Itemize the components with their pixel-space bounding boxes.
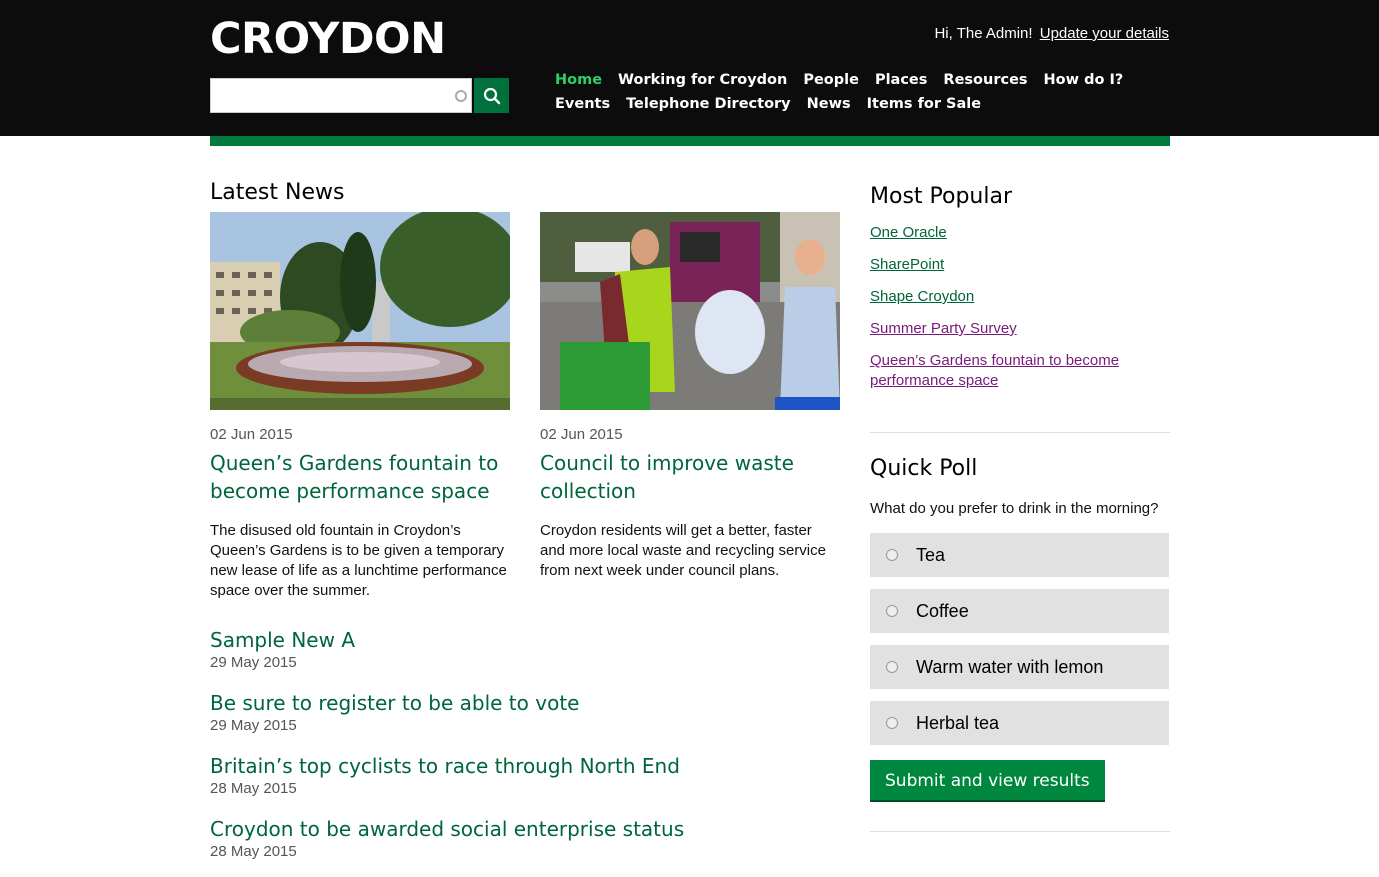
radio-button[interactable]	[886, 717, 898, 729]
popular-link[interactable]: Summer Party Survey	[870, 320, 1017, 337]
news-description: Croydon residents will get a better, fas…	[540, 522, 826, 579]
poll-option-label: Coffee	[916, 600, 969, 621]
site-header: CROYDON Hi, The Admin! Update your detai…	[0, 0, 1379, 136]
submit-poll-button[interactable]: Submit and view results	[870, 760, 1105, 802]
poll-option-coffee[interactable]: Coffee	[870, 589, 1169, 633]
news-date: 02 Jun 2015	[210, 426, 293, 443]
divider	[870, 831, 1170, 832]
greeting-text: Hi, The Admin!	[934, 25, 1033, 42]
quick-poll-heading: Quick Poll	[870, 456, 978, 481]
nav-places[interactable]: Places	[875, 68, 927, 92]
user-bar: Hi, The Admin! Update your details	[934, 25, 1169, 42]
nav-news[interactable]: News	[807, 92, 851, 116]
quick-poll: Quick Poll What do you prefer to drink i…	[870, 456, 1170, 802]
poll-option-warm-water[interactable]: Warm water with lemon	[870, 645, 1169, 689]
list-item: Britain’s top cyclists to race through N…	[210, 753, 830, 816]
list-item: Be sure to register to be able to vote 2…	[210, 690, 830, 753]
news-date: 28 May 2015	[210, 843, 297, 860]
poll-option-label: Herbal tea	[916, 712, 1000, 733]
search-icon	[483, 87, 500, 104]
radio-button[interactable]	[886, 605, 898, 617]
update-details-link[interactable]: Update your details	[1040, 25, 1169, 42]
news-title-link[interactable]: Queen’s Gardens fountain to become perfo…	[210, 449, 510, 505]
header-accent-bar	[210, 136, 1170, 146]
poll-option-label: Warm water with lemon	[916, 656, 1104, 677]
nav-items-for-sale[interactable]: Items for Sale	[867, 92, 981, 116]
news-card: 02 Jun 2015 Queen’s Gardens fountain to …	[210, 212, 510, 601]
search-input[interactable]	[211, 79, 471, 112]
poll-option-herbal-tea[interactable]: Herbal tea	[870, 701, 1169, 745]
fountain-garden-image[interactable]	[210, 212, 510, 410]
news-title-link[interactable]: Sample New A	[210, 627, 830, 653]
news-list: Sample New A 29 May 2015 Be sure to regi…	[210, 627, 830, 877]
popular-link[interactable]: One Oracle	[870, 224, 947, 241]
loading-spinner-icon	[455, 90, 467, 102]
poll-question: What do you prefer to drink in the morni…	[870, 500, 1159, 517]
news-date: 29 May 2015	[210, 654, 297, 671]
nav-working-for-croydon[interactable]: Working for Croydon	[618, 68, 787, 92]
radio-button[interactable]	[886, 549, 898, 561]
popular-link[interactable]: SharePoint	[870, 256, 944, 273]
divider	[870, 432, 1170, 433]
waste-collection-image[interactable]	[540, 212, 840, 410]
news-title-link[interactable]: Be sure to register to be able to vote	[210, 690, 830, 716]
latest-news-heading: Latest News	[210, 180, 345, 205]
popular-link[interactable]: Shape Croydon	[870, 288, 974, 305]
nav-events[interactable]: Events	[555, 92, 610, 116]
nav-people[interactable]: People	[803, 68, 859, 92]
list-item: Croydon to be awarded social enterprise …	[210, 816, 830, 877]
news-title-link[interactable]: Croydon to be awarded social enterprise …	[210, 816, 830, 842]
main-nav: Home Working for Croydon People Places R…	[555, 68, 1175, 116]
nav-home[interactable]: Home	[555, 68, 602, 92]
news-date: 28 May 2015	[210, 780, 297, 797]
news-card: 02 Jun 2015 Council to improve waste col…	[540, 212, 840, 581]
popular-link[interactable]: Queen’s Gardens fountain to become perfo…	[870, 352, 1119, 389]
search-button[interactable]	[474, 78, 509, 113]
news-date: 02 Jun 2015	[540, 426, 623, 443]
most-popular-heading: Most Popular	[870, 184, 1013, 209]
radio-button[interactable]	[886, 661, 898, 673]
croydon-logo[interactable]: CROYDON	[210, 14, 446, 64]
poll-option-label: Tea	[916, 544, 946, 565]
news-date: 29 May 2015	[210, 717, 297, 734]
news-title-link[interactable]: Britain’s top cyclists to race through N…	[210, 753, 830, 779]
news-description: The disused old fountain in Croydon’s Qu…	[210, 522, 507, 599]
nav-resources[interactable]: Resources	[943, 68, 1027, 92]
search-box	[210, 78, 472, 113]
news-title-link[interactable]: Council to improve waste collection	[540, 449, 840, 505]
most-popular-panel: Most Popular One Oracle SharePoint Shape…	[870, 184, 1170, 403]
nav-telephone-directory[interactable]: Telephone Directory	[626, 92, 791, 116]
list-item: Sample New A 29 May 2015	[210, 627, 830, 690]
nav-how-do-i[interactable]: How do I?	[1044, 68, 1124, 92]
poll-option-tea[interactable]: Tea	[870, 533, 1169, 577]
